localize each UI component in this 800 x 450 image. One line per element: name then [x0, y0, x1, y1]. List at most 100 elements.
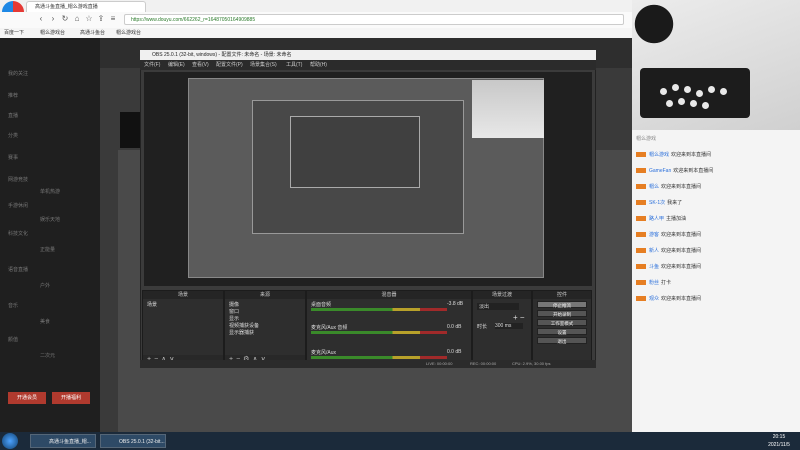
chat-user[interactable]: 观众 — [649, 296, 659, 302]
exit-button[interactable]: 退出 — [537, 337, 587, 344]
obs-title: OBS 25.0.1 (32-bit, windows) - 配置文件: 未命名… — [152, 52, 292, 58]
source-item[interactable]: 视频捕获设备 — [229, 322, 259, 329]
clock-time: 20:15 — [772, 434, 786, 440]
taskbar-obs[interactable]: OBS 25.0.1 (32-bit... — [100, 434, 166, 448]
source-item[interactable]: 显示器捕获 — [229, 329, 254, 336]
chat-text: 欢迎来到本直播间 — [661, 184, 702, 190]
level-badge — [636, 232, 646, 238]
stop-streaming-button[interactable]: 停止推流 — [537, 301, 587, 308]
sidebar-item[interactable]: 户外 — [40, 282, 50, 289]
address-bar[interactable]: https://www.douyu.com/662262_r=164870501… — [124, 14, 624, 25]
volume-meter — [311, 356, 447, 359]
chat-text: 欢迎来到本直播间 — [661, 248, 702, 254]
controls-title: 控件 — [533, 291, 591, 299]
transition-add-icon[interactable]: + − — [513, 313, 525, 322]
vip-button[interactable]: 开通会员 — [8, 392, 46, 404]
scenes-dock: 场景 场景 +−∧∨ — [142, 290, 224, 366]
settings-button[interactable]: 设置 — [537, 328, 587, 335]
share-icon[interactable]: ⇪ — [96, 14, 106, 24]
chat-text: 欢迎来到本直播间 — [673, 168, 714, 174]
sidebar-item[interactable]: 网游竞技 — [8, 176, 28, 183]
sidebar-item[interactable]: 娱乐天地 — [40, 216, 60, 223]
sidebar-item[interactable]: 赛事 — [8, 154, 18, 161]
level-badge — [636, 152, 646, 158]
obs-title-bar: OBS 25.0.1 (32-bit, windows) - 配置文件: 未命名… — [140, 50, 596, 60]
start-recording-button[interactable]: 开始录制 — [537, 310, 587, 317]
nested-webcam — [472, 80, 544, 138]
menu-help[interactable]: 帮助(H) — [310, 60, 327, 70]
chat-user[interactable]: 路人甲 — [649, 216, 664, 222]
cpu-status: CPU: 2.9%, 30.00 fps — [512, 361, 551, 366]
chat-user[interactable]: GameFan — [649, 168, 671, 174]
chat-message: 帽么游戏 欢迎来到本直播间 — [636, 150, 796, 160]
streamer-benefit-button[interactable]: 开播福利 — [52, 392, 90, 404]
chat-message: SK-1次 我来了 — [636, 198, 796, 208]
controller-button-icon — [720, 88, 727, 95]
sidebar-item[interactable]: 单机热游 — [40, 188, 60, 195]
chat-user[interactable]: 新人 — [649, 248, 659, 254]
forward-icon[interactable]: › — [48, 14, 58, 24]
sidebar-item[interactable]: 我的关注 — [8, 70, 28, 77]
bookmark-item[interactable]: 帽么游戏台 — [40, 28, 65, 38]
sidebar-item[interactable]: 二次元 — [40, 352, 55, 359]
thumbnail[interactable] — [120, 112, 140, 148]
source-item[interactable]: 窗口 — [229, 308, 239, 315]
sidebar-item[interactable]: 颜值 — [8, 336, 18, 343]
chat-user[interactable]: SK-1次 — [649, 200, 665, 206]
level-badge — [636, 264, 646, 270]
sidebar-nav: 我的关注 推荐 直播 分类 赛事 网游竞技 单机热游 手游休闲 娱乐天地 科技文… — [0, 70, 100, 400]
chat-user[interactable]: 帽么 — [649, 184, 659, 190]
source-item[interactable]: 摄像 — [229, 301, 239, 308]
windows-start-icon[interactable] — [2, 433, 18, 449]
level-badge — [636, 280, 646, 286]
chat-user[interactable]: 游客 — [649, 232, 659, 238]
duration-input[interactable]: 300 ms — [495, 323, 523, 329]
browser-tab[interactable]: 高通斗鱼直播_帽么游戏直播 — [26, 1, 146, 12]
volume-meter — [311, 308, 447, 311]
sidebar-item[interactable]: 音乐 — [8, 302, 18, 309]
level-badge — [636, 168, 646, 174]
sidebar-item[interactable]: 科技文化 — [8, 230, 28, 237]
controller-button-icon — [702, 102, 709, 109]
sidebar-item[interactable]: 分类 — [8, 132, 18, 139]
back-icon[interactable]: ‹ — [36, 14, 46, 24]
level-badge — [636, 216, 646, 222]
bookmark-item[interactable]: 高通斗鱼台 — [80, 28, 105, 38]
chat-user[interactable]: 帽么游戏 — [649, 152, 669, 158]
sidebar-item[interactable]: 语音直播 — [8, 266, 28, 273]
reload-icon[interactable]: ↻ — [60, 14, 70, 24]
menu-view[interactable]: 查看(V) — [192, 60, 209, 70]
level-badge — [636, 248, 646, 254]
chat-panel: 帽么游戏 帽么游戏 欢迎来到本直播间 GameFan 欢迎来到本直播间 帽么 欢迎来到… — [632, 130, 800, 432]
chat-user[interactable]: 斗鱼 — [649, 264, 659, 270]
source-item[interactable]: 显示 — [229, 315, 239, 322]
chat-text: 欢迎来到本直播间 — [671, 152, 712, 158]
scene-item[interactable]: 场景 — [147, 301, 157, 308]
menu-scene-collection[interactable]: 场景集合(S) — [250, 60, 277, 70]
menu-icon[interactable]: ≡ — [108, 14, 118, 24]
studio-mode-button[interactable]: 工作室模式 — [537, 319, 587, 326]
home-icon[interactable]: ⌂ — [72, 14, 82, 24]
menu-tools[interactable]: 工具(T) — [286, 60, 302, 70]
menu-file[interactable]: 文件(F) — [144, 60, 160, 70]
chat-message: GameFan 欢迎来到本直播间 — [636, 166, 796, 176]
chat-user[interactable]: 粉丝 — [649, 280, 659, 286]
sources-title: 来源 — [225, 291, 305, 299]
sidebar-item[interactable]: 直播 — [8, 112, 18, 119]
controller-button-icon — [666, 100, 673, 107]
transitions-dock: 场景过渡 淡出 + − 时长 300 ms — [472, 290, 532, 366]
bookmark-item[interactable]: 百度一下 — [4, 28, 24, 38]
sidebar-item[interactable]: 正能量 — [40, 246, 55, 253]
rank-label: 帽么游戏 — [636, 136, 657, 142]
taskbar-browser[interactable]: 高通斗鱼直播_帽... — [30, 434, 96, 448]
bookmark-star-icon[interactable]: ☆ — [84, 14, 94, 24]
sidebar-item[interactable]: 手游休闲 — [8, 202, 28, 209]
taskbar-clock[interactable]: 20:15 2021/11/5 — [760, 433, 798, 449]
menu-profile[interactable]: 配置文件(P) — [216, 60, 243, 70]
transitions-title: 场景过渡 — [473, 291, 531, 299]
menu-edit[interactable]: 编辑(E) — [168, 60, 185, 70]
sidebar-item[interactable]: 美食 — [40, 318, 50, 325]
bookmark-item[interactable]: 帽么游戏台 — [116, 28, 141, 38]
sidebar-item[interactable]: 推荐 — [8, 92, 18, 99]
transition-select[interactable]: 淡出 — [477, 303, 519, 310]
